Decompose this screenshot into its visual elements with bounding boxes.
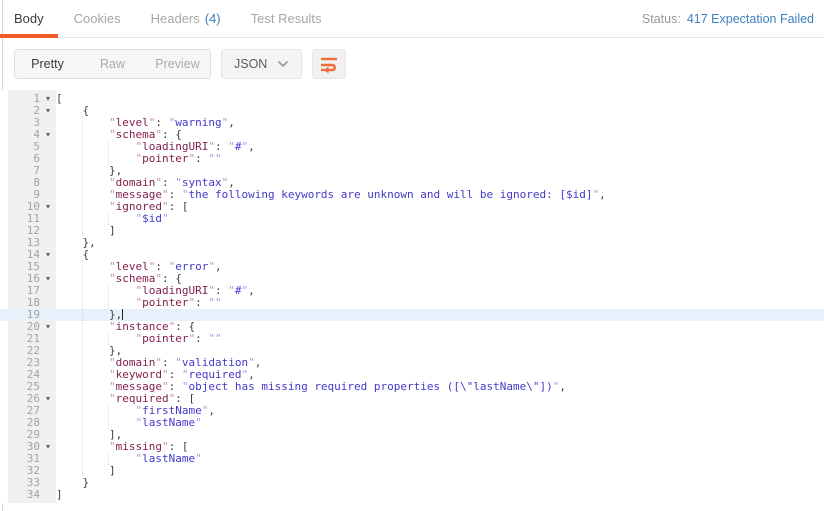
fold-arrow-icon [40,405,56,417]
code-line[interactable]: 34] [0,489,824,501]
fold-arrow-icon [40,225,56,237]
tab-headers-label: Headers [150,11,200,26]
code-line[interactable]: 33 } [0,477,824,489]
status-label: Status: [641,12,681,26]
code-line-text: "level": "error", [56,260,824,273]
code-line-text: [ [56,92,63,105]
fold-arrow-icon [40,417,56,429]
fold-arrow-icon[interactable]: ▾ [40,129,56,141]
code-line-text: "pointer": "" [56,332,824,345]
fold-arrow-icon [40,309,56,321]
text-cursor [122,309,124,320]
fold-arrow-icon [40,465,56,477]
view-pretty-button[interactable]: Pretty [15,50,80,78]
fold-arrow-icon [40,429,56,441]
fold-arrow-icon [40,165,56,177]
wrap-text-button[interactable] [312,49,347,79]
wrap-text-icon [321,57,338,74]
line-gutter: 7 [0,165,56,177]
language-dropdown-value: JSON [234,57,268,71]
fold-arrow-icon [40,369,56,381]
language-dropdown[interactable]: JSON [221,49,303,79]
code-line-text: ] [56,464,824,477]
code-line[interactable]: 31 "lastName" [0,452,824,465]
code-editor[interactable]: 1 ▾[2 ▾ {3 "level": "warning", 4 ▾ "schema":… [0,90,824,503]
fold-arrow-icon [40,117,56,129]
fold-arrow-icon [40,141,56,153]
fold-arrow-icon [40,153,56,165]
fold-arrow-icon[interactable]: ▾ [40,393,56,405]
fold-arrow-icon [40,345,56,357]
line-gutter: 2 ▾ [0,105,56,117]
response-pane: Body Cookies Headers (4) Test Results St… [0,0,824,511]
response-tab-bar: Body Cookies Headers (4) Test Results St… [0,0,824,38]
tab-cookies[interactable]: Cookies [74,0,121,38]
code-line[interactable]: 18 "pointer": "" [0,296,824,309]
code-line-text: "ignored": [ [56,200,824,213]
code-line[interactable]: 11 "$id" [0,212,824,225]
fold-arrow-icon [40,297,56,309]
line-gutter: 6 [0,153,56,165]
fold-arrow-icon [40,477,56,489]
code-line-text: "pointer": "" [56,296,824,309]
fold-arrow-icon[interactable]: ▾ [40,249,56,261]
fold-arrow-icon [40,237,56,249]
tab-headers[interactable]: Headers (4) [151,0,221,38]
code-line[interactable]: 1 ▾[ [0,93,824,105]
line-number: 34 [26,488,40,501]
tab-test-results-label: Test Results [250,11,322,26]
tab-body-label: Body [14,11,44,26]
tab-cookies-label: Cookies [73,11,121,26]
fold-arrow-icon [40,261,56,273]
view-mode-segmented-control: Pretty Raw Preview [14,49,211,79]
code-line-text: "level": "warning", [56,116,824,129]
fold-arrow-icon [40,381,56,393]
body-view-toolbar: Pretty Raw Preview JSON [0,38,824,90]
fold-arrow-icon [40,357,56,369]
code-line-text: ] [56,488,63,501]
code-line[interactable]: 6 "pointer": "" [0,152,824,165]
code-line-text: }, [82,236,96,249]
line-gutter: 5 [0,141,56,153]
line-gutter: 8 [0,177,56,189]
fold-arrow-icon [40,189,56,201]
headers-count-badge: (4) [204,11,221,26]
code-line[interactable]: 21 "pointer": "" [0,332,824,345]
line-gutter: 4 ▾ [0,129,56,141]
chevron-down-icon [278,60,289,68]
code-line[interactable]: 28 "lastName" [0,416,824,429]
tab-test-results[interactable]: Test Results [251,0,322,38]
fold-arrow-icon[interactable]: ▾ [40,441,56,453]
line-gutter: 34 [0,489,56,501]
fold-arrow-icon [40,489,56,501]
fold-arrow-icon [40,333,56,345]
code-line-text: "pointer": "" [56,152,824,165]
fold-arrow-icon [40,213,56,225]
fold-arrow-icon[interactable]: ▾ [40,201,56,213]
code-line-text: "lastName" [56,452,824,465]
status-value: 417 Expectation Failed [686,12,814,26]
fold-arrow-icon [40,285,56,297]
fold-arrow-icon[interactable]: ▾ [40,273,56,285]
code-line-text: "lastName" [56,416,824,429]
code-line[interactable]: 12 ] [0,224,824,237]
fold-arrow-icon[interactable]: ▾ [40,321,56,333]
fold-arrow-icon[interactable]: ▾ [40,105,56,117]
fold-arrow-icon[interactable]: ▾ [40,93,56,105]
response-status: Status: 417 Expectation Failed [642,0,814,38]
code-line-text: "$id" [56,212,824,225]
line-gutter: 1 ▾ [0,93,56,105]
code-line-text: "required": [ [56,392,824,405]
view-preview-button[interactable]: Preview [145,50,210,78]
line-gutter: 3 [0,117,56,129]
fold-arrow-icon [40,453,56,465]
code-line-text: } [82,476,90,489]
code-line[interactable]: 32 ] [0,464,824,477]
code-line-text: ] [56,224,824,237]
code-line[interactable]: 13 }, [0,237,824,249]
code-line-text: "instance": { [56,320,824,333]
view-raw-button[interactable]: Raw [80,50,145,78]
fold-arrow-icon [40,177,56,189]
tab-body[interactable]: Body [0,0,58,38]
